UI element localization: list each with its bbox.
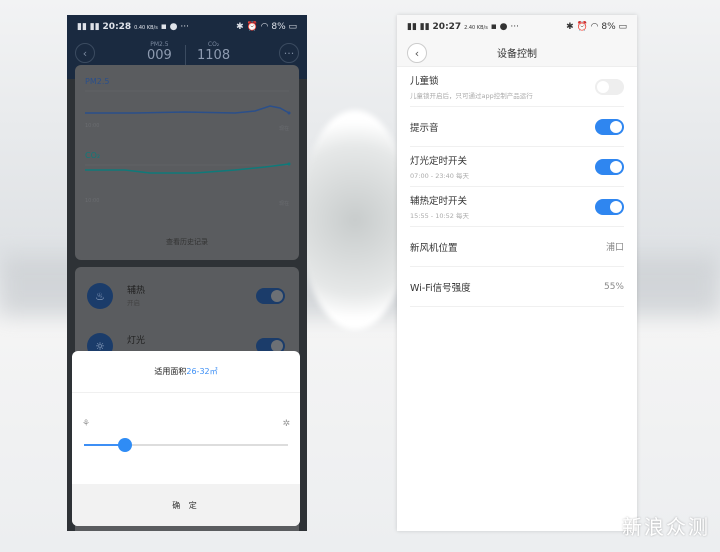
x-tick: 10:00 (85, 198, 100, 204)
row-label: Wi-Fi信号强度 (410, 282, 471, 294)
settings-row[interactable]: 辅热定时开关 15:55 - 10:52 每天 (410, 187, 624, 227)
control-label: 辅热 (127, 286, 146, 296)
settings-list: 儿童锁儿童锁开启后，只可通过app控制产品运行提示音灯光定时开关 07:00 - … (397, 67, 637, 531)
history-link[interactable]: 查看历史记录 (75, 237, 299, 247)
settings-row[interactable]: 新风机位置 浦口 (410, 227, 624, 267)
popup-title: 适用面积 26-32㎡ (72, 351, 300, 393)
ellipsis-icon: ··· (283, 46, 295, 60)
row-label: 新风机位置 (410, 242, 458, 254)
fan-speed-slider[interactable] (84, 438, 288, 452)
row-subtitle: 07:00 - 23:40 每天 (410, 172, 470, 180)
pm25-metric: PM2.5 009 (147, 41, 172, 63)
metric-value: 1108 (197, 48, 231, 63)
status-time: 20:27 (432, 22, 462, 32)
back-button[interactable]: ‹ (407, 43, 427, 63)
chevron-left-icon: ‹ (414, 46, 420, 60)
settings-row[interactable]: 儿童锁儿童锁开启后，只可通过app控制产品运行 (410, 67, 624, 107)
confirm-button[interactable]: 确 定 (72, 484, 300, 526)
page-title: 设备控制 (497, 49, 537, 60)
area-value: 26-32㎡ (186, 367, 218, 376)
settings-row[interactable]: 提示音 (410, 107, 624, 147)
row-label: 儿童锁 (410, 76, 439, 87)
trend-lines (85, 90, 291, 174)
net-speed: 2.40 KB/s (464, 25, 488, 31)
more-button[interactable]: ··· (279, 43, 299, 63)
row-subtitle: 15:55 - 10:52 每天 (410, 212, 470, 220)
row-value: 浦口 (605, 243, 624, 253)
fan-low-icon: ⚘ (82, 419, 91, 429)
co2-metric: CO₂ 1108 (197, 41, 230, 63)
control-label: 灯光 (127, 336, 146, 346)
back-button[interactable]: ‹ (75, 43, 95, 63)
settings-row[interactable]: Wi-Fi信号强度 55% (410, 267, 624, 307)
status-bar: ▮▮ ▮▮ 20:27 2.40 KB/s ▪ ● ··· ✱ ⏰ ◠ 8% ▭ (407, 22, 627, 32)
row-value: 55% (603, 281, 624, 292)
app-header: ‹ 设备控制 (397, 39, 637, 67)
metric-label: PM2.5 (150, 41, 169, 48)
metric-value: 009 (147, 48, 172, 63)
battery-level: 8% (271, 22, 286, 32)
control-status: 开启 (127, 299, 140, 307)
toggle-switch[interactable] (595, 78, 624, 95)
device-photo (300, 110, 410, 330)
row-subtitle: 儿童锁开启后，只可通过app控制产品运行 (410, 92, 533, 100)
left-phone-screen: ▮▮ ▮▮ 20:28 0.40 KB/s ▪ ● ··· ✱ ⏰ ◠ 8% ▭… (67, 15, 307, 531)
fan-high-icon: ✲ (282, 419, 290, 429)
co2-chart-title: CO₂ (85, 151, 101, 160)
row-label: 灯光定时开关 (410, 156, 468, 167)
x-tick: 现在 (278, 126, 289, 132)
pm25-line (85, 105, 290, 114)
slider-thumb[interactable] (117, 438, 132, 452)
chevron-left-icon: ‹ (82, 46, 88, 60)
right-phone-screen: ▮▮ ▮▮ 20:27 2.40 KB/s ▪ ● ··· ✱ ⏰ ◠ 8% ▭… (397, 15, 637, 531)
battery-level: 8% (601, 22, 616, 32)
heat-icon: ♨ (87, 283, 113, 309)
divider (185, 45, 186, 65)
status-time: 20:28 (102, 22, 132, 32)
toggle-switch[interactable] (595, 118, 624, 135)
toggle-switch[interactable] (595, 198, 624, 215)
settings-row[interactable]: 灯光定时开关 07:00 - 23:40 每天 (410, 147, 624, 187)
row-label: 辅热定时开关 (410, 196, 468, 207)
row-label: 提示音 (410, 122, 439, 134)
x-tick: 10:00 (85, 123, 100, 129)
area-popup: 适用面积 26-32㎡ ⚘ ✲ 确 定 (72, 351, 300, 526)
metric-label: CO₂ (207, 41, 220, 48)
co2-line (85, 163, 290, 174)
heat-toggle[interactable] (256, 288, 285, 304)
chart-card: PM2.5 10:00 现在 CO₂ 10:00 现在 查看历史记录 (75, 65, 299, 260)
x-tick: 现在 (278, 201, 289, 207)
net-speed: 0.40 KB/s (134, 25, 158, 31)
watermark: 新浪众测 (622, 515, 710, 539)
status-bar: ▮▮ ▮▮ 20:28 0.40 KB/s ▪ ● ··· ✱ ⏰ ◠ 8% ▭ (67, 15, 307, 39)
toggle-switch[interactable] (595, 158, 624, 175)
